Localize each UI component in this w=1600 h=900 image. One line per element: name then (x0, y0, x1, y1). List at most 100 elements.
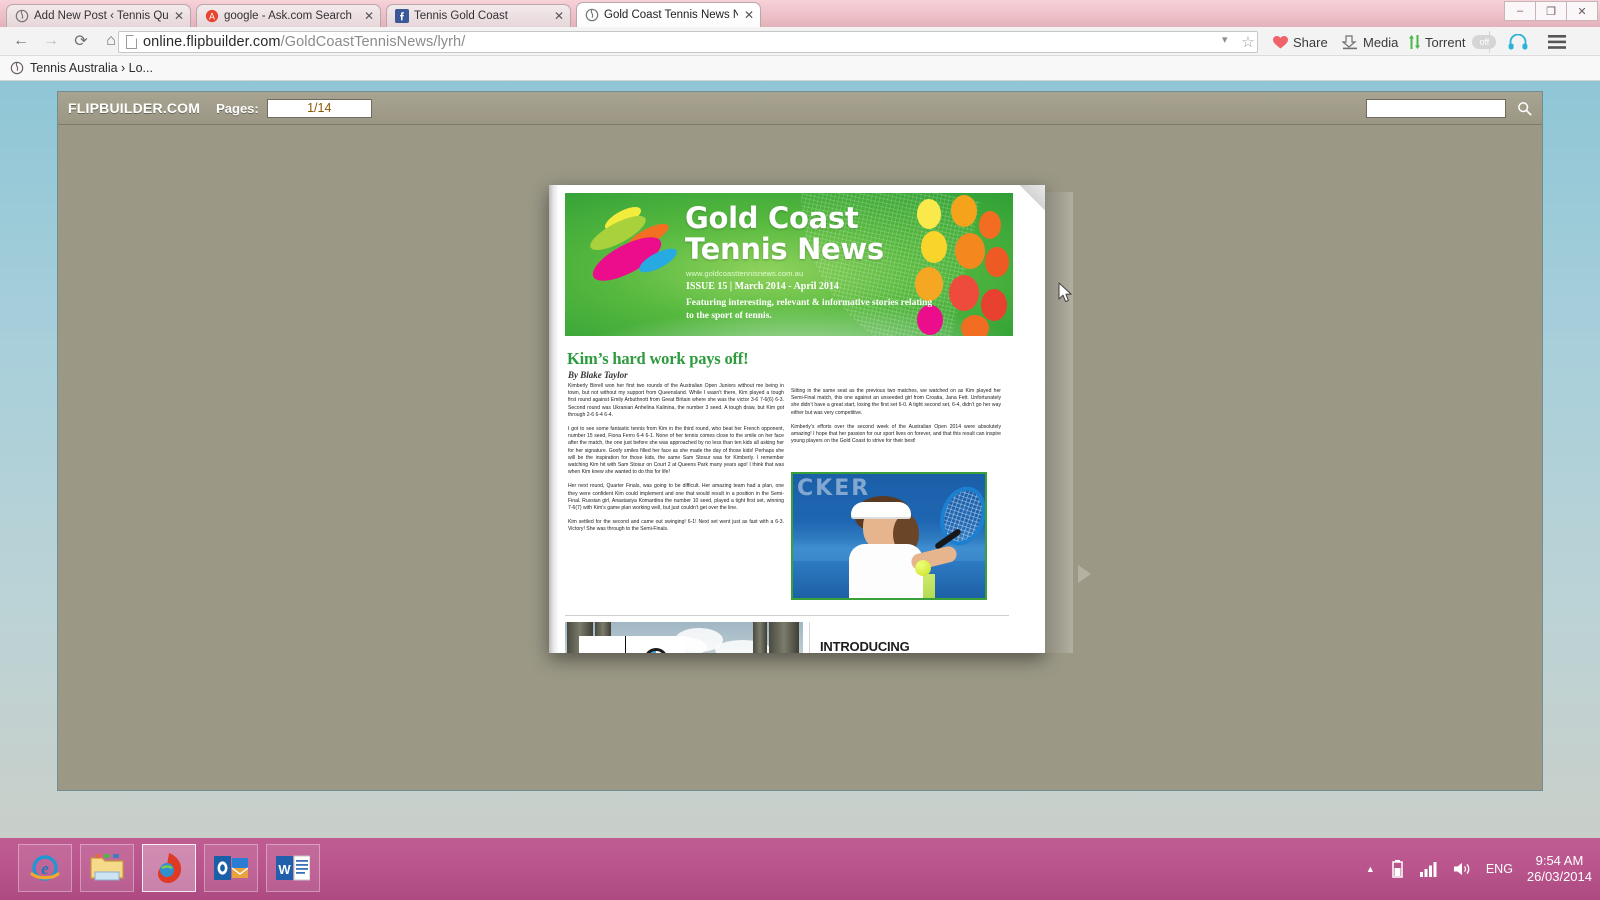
advert-logo-plate: Bruce Lynton The Ultimate Driving Machin… (579, 636, 685, 653)
window-controls: – ❐ ✕ (1504, 1, 1598, 21)
bookmark-label: Tennis Australia › Lo... (30, 61, 153, 75)
forward-button[interactable]: → (36, 28, 66, 55)
close-button[interactable]: ✕ (1566, 1, 1598, 21)
folder-icon (90, 854, 124, 881)
browser-tab-3[interactable]: Tennis Gold Coast ✕ (386, 4, 571, 27)
masthead-title: Gold Coast Tennis News (685, 203, 884, 265)
browser-tab-3-title: Tennis Gold Coast (414, 10, 508, 22)
clock-time: 9:54 AM (1535, 853, 1584, 868)
page-indicator-input[interactable]: 1/14 (266, 98, 372, 118)
outlook-icon (214, 856, 248, 880)
battery-icon[interactable] (1389, 860, 1406, 878)
masthead-tagline: Featuring interesting, relevant & inform… (686, 298, 933, 321)
bmw-roundel-icon (643, 648, 668, 653)
page-corner-fold[interactable] (1019, 185, 1045, 211)
photo-tennis-ball (915, 560, 931, 576)
headphones-button[interactable] (1508, 30, 1528, 54)
ask-icon: A (205, 9, 219, 23)
masthead-issue: ISSUE 15 | March 2014 - April 2014 (686, 281, 839, 292)
omnibox-dropdown-icon[interactable]: ▾ (1222, 33, 1228, 46)
address-bar[interactable]: online.flipbuilder.com/GoldCoastTennisNe… (118, 31, 1258, 53)
svg-text:e: e (41, 859, 49, 878)
article-column-1: Kimberly Birrell won her first two round… (568, 383, 784, 541)
torrent-button[interactable]: Torrent off (1408, 30, 1497, 54)
article-paragraph: Kimberly’s efforts over the second week … (791, 423, 1001, 445)
photo-banner-text: CKER (797, 476, 871, 501)
article-paragraph: Her next round, Quarter Finals, was goin… (568, 483, 784, 512)
signal-bars-icon[interactable] (1419, 861, 1439, 877)
flipbook-page-spread[interactable]: Gold Coast Tennis News www.goldcoasttenn… (549, 185, 1073, 653)
next-page-hint-arrow[interactable] (1078, 565, 1091, 583)
clock-date: 26/03/2014 (1526, 869, 1592, 884)
browser-tab-2[interactable]: A google - Ask.com Search ✕ (196, 4, 381, 27)
article-column-2: Sitting in the same seat as the previous… (791, 388, 1001, 452)
facebook-icon (395, 9, 409, 23)
browser-tab-1-title: Add New Post ‹ Tennis Qu (34, 10, 168, 22)
taskbar-item-comodo-dragon[interactable] (142, 844, 196, 892)
restore-button[interactable]: ❐ (1535, 1, 1567, 21)
flipbook-search-area (1366, 98, 1534, 118)
flipbook-stage: Gold Coast Tennis News www.goldcoasttenn… (58, 125, 1542, 790)
advert-tree (769, 622, 799, 653)
system-tray: ▲ ENG 9:54 AM 26/03/2014 (1366, 838, 1592, 900)
taskbar-item-internet-explorer[interactable]: e (18, 844, 72, 892)
updown-arrows-icon (1409, 35, 1420, 49)
back-button[interactable]: ← (6, 28, 36, 55)
page-viewport: FLIPBUILDER.COM Pages: 1/14 Gold Coast T… (0, 81, 1600, 838)
magazine-page-1: Gold Coast Tennis News www.goldcoasttenn… (559, 185, 1045, 653)
taskbar-item-word[interactable]: W (266, 844, 320, 892)
torrent-status-badge[interactable]: off (1472, 35, 1497, 49)
reload-button[interactable]: ⟳ (66, 28, 96, 55)
toolbar-divider (1489, 31, 1490, 53)
flipbook-search-input[interactable] (1366, 98, 1506, 118)
comodo-dragon-icon (158, 853, 182, 883)
torrent-button-label: Torrent (1425, 34, 1466, 50)
browser-tab-1[interactable]: Add New Post ‹ Tennis Qu ✕ (6, 4, 191, 27)
page-shadow (1045, 192, 1073, 653)
share-button[interactable]: Share (1272, 30, 1328, 54)
media-button[interactable]: Media (1342, 30, 1398, 54)
masthead-website: www.goldcoasttennisnews.com.au (686, 269, 804, 278)
advert-heading: INTRODUCING THE ALL NEW BMW X5. (820, 639, 1005, 653)
minimize-button[interactable]: – (1504, 1, 1536, 21)
tab-strip: Add New Post ‹ Tennis Qu ✕ A google - As… (0, 0, 1600, 27)
taskbar-clock[interactable]: 9:54 AM 26/03/2014 (1527, 853, 1592, 885)
masthead-title-line2: Tennis News (685, 232, 884, 266)
flipbook-search-button[interactable] (1514, 98, 1534, 118)
browser-tab-4-close-icon[interactable]: ✕ (744, 9, 754, 21)
tennis-australia-icon (10, 61, 24, 75)
bookmark-tennis-australia[interactable]: Tennis Australia › Lo... (10, 61, 153, 75)
show-hidden-icons-button[interactable]: ▲ (1366, 864, 1375, 874)
article-paragraph: Sitting in the same seat as the previous… (791, 388, 1001, 416)
bmw-logo-area: The Ultimate Driving Machine (626, 648, 685, 653)
browser-tab-1-close-icon[interactable]: ✕ (174, 10, 184, 22)
headphones-icon (1508, 34, 1528, 50)
taskbar-item-outlook[interactable] (204, 844, 258, 892)
comodo-dragon-icon (585, 8, 599, 22)
heart-icon (1273, 36, 1288, 49)
advert-tree (753, 622, 767, 653)
internet-explorer-icon: e (30, 855, 60, 881)
article-paragraph: I got to see some fantastic tennis from … (568, 426, 784, 476)
browser-tab-2-close-icon[interactable]: ✕ (364, 10, 374, 22)
photo-player-visor (851, 502, 911, 517)
language-indicator[interactable]: ENG (1486, 862, 1513, 876)
taskbar-app-buttons: e W (18, 844, 320, 892)
bookmark-star-icon[interactable]: ☆ (1238, 31, 1258, 52)
browser-menu-button[interactable] (1548, 30, 1566, 54)
article-paragraph: Kimberly Birrell won her first two round… (568, 383, 784, 418)
browser-tab-4-active[interactable]: Gold Coast Tennis News N ✕ (576, 2, 761, 27)
pages-label: Pages: (216, 100, 259, 116)
browser-tab-3-close-icon[interactable]: ✕ (554, 10, 564, 22)
page-info-icon (126, 35, 137, 49)
download-media-icon (1342, 35, 1357, 50)
article-paragraph: Kim settled for the second and came out … (568, 519, 784, 533)
masthead-title-line1: Gold Coast (685, 201, 859, 235)
volume-icon[interactable] (1453, 861, 1472, 877)
article-byline: By Blake Taylor (568, 370, 628, 380)
svg-text:W: W (278, 862, 291, 877)
word-icon: W (276, 855, 310, 881)
advert-heading-line1: INTRODUCING (820, 639, 910, 653)
bmw-advert-copy: INTRODUCING THE ALL NEW BMW X5. With gre… (809, 622, 1005, 653)
taskbar-item-file-explorer[interactable] (80, 844, 134, 892)
